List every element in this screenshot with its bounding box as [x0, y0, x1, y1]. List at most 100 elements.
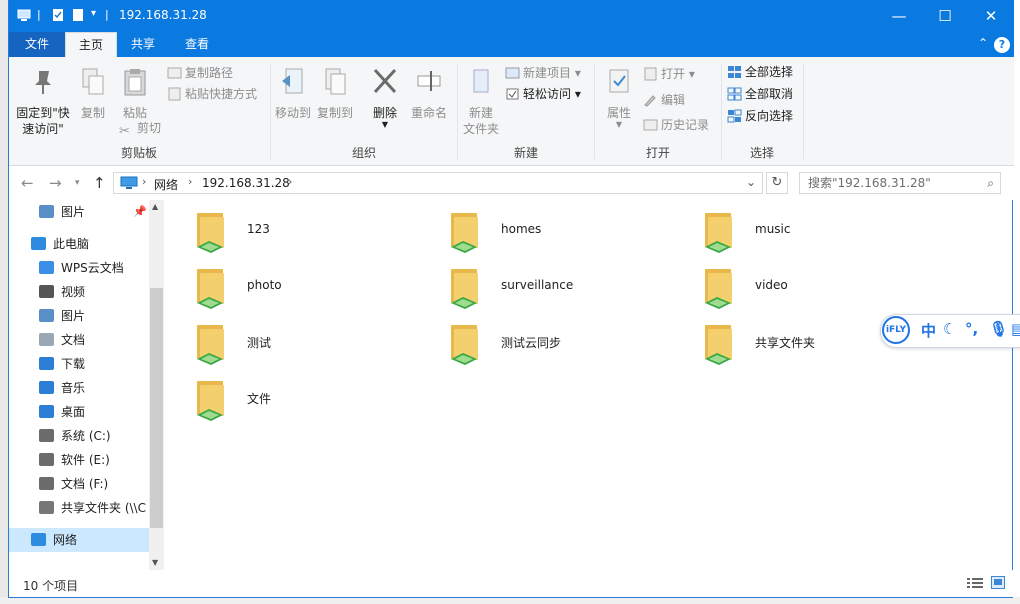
group-label-new: 新建 [513, 146, 538, 160]
copy-path-button[interactable]: 复制路径 [167, 64, 233, 82]
large-icons-view-icon[interactable] [991, 576, 1005, 589]
sidebar-item[interactable]: 图片 📌 [9, 200, 149, 224]
forward-button[interactable]: → [49, 174, 62, 192]
folder-name: surveillance [501, 278, 574, 292]
sidebar-item[interactable]: 音乐 [9, 376, 149, 400]
sidebar-item[interactable]: WPS云文档 [9, 256, 149, 280]
delete-dropdown-icon[interactable]: ▼ [367, 121, 403, 129]
breadcrumb-host[interactable]: 192.168.31.28 [202, 176, 290, 190]
tab-file[interactable]: 文件 [9, 32, 65, 57]
edit-button[interactable]: 编辑 [643, 91, 685, 109]
crumb-separator[interactable]: › [288, 175, 292, 188]
moon-icon[interactable]: ☾ [943, 320, 956, 338]
new-folder-quick-icon[interactable] [71, 8, 85, 22]
up-button[interactable]: ↑ [93, 174, 106, 192]
shared-folder-item[interactable]: surveillance [447, 261, 677, 313]
delete-button[interactable]: 删除 ▼ [367, 67, 403, 129]
sidebar-item[interactable]: 文档 [9, 328, 149, 352]
refresh-button[interactable]: ↻ [766, 172, 788, 194]
properties-button[interactable]: 属性 ▼ [599, 67, 639, 129]
tab-share[interactable]: 共享 [117, 32, 169, 57]
rename-button[interactable]: 重命名 [407, 67, 451, 121]
sidebar-item[interactable]: 下载 [9, 352, 149, 376]
sidebar-item[interactable]: 网络 [9, 528, 149, 552]
sidebar-item-label: 图片 [61, 205, 86, 219]
shared-folder-item[interactable]: photo [193, 261, 423, 313]
network-icon [31, 533, 46, 546]
collapse-ribbon-icon[interactable]: ⌃ [978, 36, 988, 50]
details-view-icon[interactable] [967, 577, 983, 589]
shared-folder-item[interactable]: music [701, 205, 931, 257]
sidebar-item[interactable]: 图片 [9, 304, 149, 328]
breadcrumb-network[interactable]: 网络 [154, 176, 178, 193]
shared-folder-item[interactable]: 文件 [193, 373, 423, 425]
ifly-logo-icon[interactable]: iFLY [882, 316, 910, 344]
recent-locations-icon[interactable]: ▾ [75, 178, 80, 188]
sidebar-item[interactable]: 文档 (F:) [9, 472, 149, 496]
shared-folder-item[interactable]: video [701, 261, 931, 313]
scroll-down-icon[interactable]: ▼ [152, 558, 158, 567]
select-all-button[interactable]: 全部选择 [727, 63, 793, 81]
sidebar-item[interactable]: 系统 (C:) [9, 424, 149, 448]
shared-folder-item[interactable]: 测试 [193, 317, 423, 369]
select-none-button[interactable]: 全部取消 [727, 85, 793, 103]
search-input[interactable]: 搜索"192.168.31.28" ⌕ [799, 172, 1001, 194]
new-folder-button[interactable]: 新建 文件夹 [461, 67, 501, 137]
shared-folder-item[interactable]: homes [447, 205, 677, 257]
nav-scroll-thumb[interactable] [150, 288, 163, 528]
history-button[interactable]: 历史记录 [643, 116, 709, 134]
scroll-up-icon[interactable]: ▲ [152, 202, 158, 211]
keyboard-icon[interactable]: ▤ [1011, 320, 1020, 338]
nav-scrollbar[interactable]: ▲ ▼ [149, 200, 164, 570]
move-to-button[interactable]: 移动到 [273, 67, 313, 121]
punctuation-icon[interactable]: °, [965, 320, 978, 338]
address-dropdown-icon[interactable]: ⌄ [746, 175, 756, 189]
drive-icon [39, 453, 54, 466]
shared-folder-item[interactable]: 测试云同步 [447, 317, 677, 369]
properties-dropdown-icon[interactable]: ▼ [599, 121, 639, 129]
open-button[interactable]: 打开 ▾ [643, 65, 695, 83]
select-none-icon [727, 87, 742, 101]
crumb-separator[interactable]: › [188, 175, 192, 188]
pin-quick-access-button[interactable]: 固定到"快 速访问" [15, 67, 71, 137]
tab-view[interactable]: 查看 [169, 32, 225, 57]
paste-shortcut-button[interactable]: 粘贴快捷方式 [167, 85, 257, 103]
pin-icon[interactable]: 📌 [133, 200, 147, 224]
ribbon: 固定到"快 速访问" 复制 粘贴 ✂ 剪切 复制路径 粘贴快捷方式 剪贴板 移动到… [9, 57, 1014, 166]
properties-quick-icon[interactable] [51, 8, 65, 22]
easy-access-button[interactable]: 轻松访问 ▾ [505, 85, 581, 103]
copy-button[interactable]: 复制 [77, 67, 109, 121]
shared-folder-icon [705, 269, 732, 309]
minimize-button[interactable]: — [876, 0, 922, 32]
sidebar-item[interactable]: 桌面 [9, 400, 149, 424]
close-button[interactable]: ✕ [968, 0, 1014, 32]
shared-folder-icon [451, 269, 478, 309]
new-folder-label: 新建 文件夹 [462, 106, 499, 136]
maximize-button[interactable]: ☐ [922, 0, 968, 32]
shared-folder-item[interactable]: 123 [193, 205, 423, 257]
copy-to-button[interactable]: 复制到 [315, 67, 355, 121]
tab-home[interactable]: 主页 [65, 32, 117, 57]
folder-name: homes [501, 222, 542, 236]
copy-icon [82, 68, 104, 95]
paste-button[interactable]: 粘贴 [117, 67, 153, 121]
invert-selection-button[interactable]: 反向选择 [727, 107, 793, 125]
crumb-separator[interactable]: › [142, 175, 146, 188]
sidebar-item[interactable]: 共享文件夹 (\\C [9, 496, 149, 520]
help-icon[interactable]: ? [994, 37, 1010, 53]
customize-quick-access-icon[interactable]: ▾ [91, 8, 105, 22]
back-button[interactable]: ← [21, 174, 34, 192]
microphone-icon[interactable]: 🎙 [989, 320, 1008, 338]
music-icon [39, 381, 54, 394]
navigation-pane: 图片 📌 此电脑 WPS云文档 视频 图片 文档 下载 音乐 桌面 系统 (C:) 软件 (E:) 文档… [9, 200, 164, 570]
ime-language-toggle[interactable]: 中 [921, 320, 936, 341]
cut-button[interactable]: ✂ 剪切 [119, 119, 161, 139]
computer-icon[interactable] [17, 8, 31, 22]
address-bar[interactable]: › 网络 › 192.168.31.28 › ⌄ [113, 172, 763, 194]
sidebar-item[interactable]: 此电脑 [9, 232, 149, 256]
new-item-button[interactable]: 新建项目 ▾ [505, 64, 581, 82]
sidebar-item[interactable]: 软件 (E:) [9, 448, 149, 472]
ime-toolbar[interactable]: iFLY 中 ☾ °, 🎙 ▤ [880, 314, 1020, 348]
network-computer-icon [120, 176, 138, 189]
sidebar-item[interactable]: 视频 [9, 280, 149, 304]
